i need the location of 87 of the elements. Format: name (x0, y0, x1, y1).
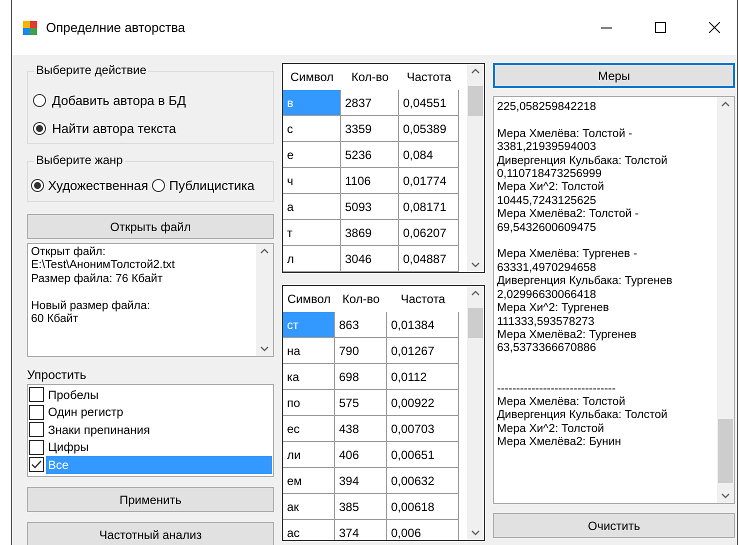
scroll-up-icon[interactable] (721, 101, 730, 107)
checkbox[interactable] (29, 440, 44, 455)
table-cell[interactable]: ка (283, 364, 335, 390)
simplify-label: Упростить (27, 368, 88, 384)
scroll-up-icon[interactable] (260, 248, 269, 254)
table-cell[interactable]: 0,00922 (387, 390, 459, 416)
group-title: Выберите жанр (34, 153, 125, 167)
scroll-up-icon[interactable] (471, 68, 480, 74)
checkbox[interactable] (29, 457, 44, 472)
radio-option[interactable]: Публицистика (152, 174, 254, 196)
table-cell[interactable]: т (283, 220, 341, 246)
scrollbar[interactable] (467, 64, 484, 272)
table-cell[interactable]: 1106 (341, 168, 399, 194)
table-cell[interactable]: на (283, 338, 335, 364)
frequency-analysis-button[interactable]: Частотный анализ (27, 522, 274, 545)
table-cell[interactable]: 0,08171 (399, 194, 459, 220)
table-cell[interactable]: 0,00651 (387, 442, 459, 468)
table-cell[interactable]: 2837 (341, 90, 399, 116)
scroll-thumb[interactable] (718, 419, 733, 483)
table-cell[interactable]: 863 (335, 312, 387, 338)
checkbox[interactable] (29, 422, 44, 438)
maximize-icon (654, 22, 666, 33)
table-cell[interactable]: 698 (335, 364, 387, 390)
minimize-icon (600, 26, 612, 28)
results-box[interactable]: 225,058259842218 Мера Хмелёва: Толстой - 3381,21939594003 Дивергенция Кульбака: Толстой 0,110718473256999 Мера Хи^2: Толстой 10445,7243125625 Мера Хмелёва2: Толстой - 69,5432600609475 Мера Хмелёва: Тургенев - 63331,4970294658 Дивергенция Кульбака: Тургенев 2,02996630066418 Мера Хи^2: Тургенев 111333,593578273 Мера Хмелёва2: Тургенев 63,5373366670886 ------------------------------- Мера Хмелёва: Толстой Дивергенция Кульбака: Толстой Мера Хи^2: Толстой Мера Хмелёва2: Бунин (493, 96, 735, 504)
checkbox[interactable] (29, 404, 44, 420)
table-cell[interactable]: 3359 (341, 116, 399, 142)
scroll-down-icon[interactable] (471, 530, 480, 536)
radio-option[interactable]: Добавить автора в БД (33, 86, 273, 114)
table-cell[interactable]: 0,0112 (387, 364, 459, 390)
table-cell[interactable]: 0,084 (399, 142, 459, 168)
checklist-item[interactable]: Цифры (29, 438, 272, 456)
table-cell[interactable]: 0,04887 (399, 246, 459, 272)
table-cell[interactable]: ем (283, 468, 335, 494)
checklist-item[interactable]: Один регистр (29, 404, 272, 421)
table-cell[interactable]: 5093 (341, 194, 399, 220)
table-cell[interactable]: 406 (335, 442, 387, 468)
scroll-down-icon[interactable] (471, 262, 480, 268)
table-cell[interactable]: 0,06207 (399, 220, 459, 246)
table-cell[interactable]: по (283, 390, 335, 416)
table-cell[interactable]: 438 (335, 416, 387, 442)
scroll-down-icon[interactable] (260, 346, 269, 352)
checkmark-icon (31, 460, 42, 470)
table-cell[interactable]: ли (283, 442, 335, 468)
table-cell[interactable]: 0,04551 (399, 90, 459, 116)
table-cell[interactable]: л (283, 246, 341, 272)
table-cell[interactable]: ак (283, 494, 335, 520)
clear-button[interactable]: Очистить (493, 513, 735, 538)
checkbox[interactable] (29, 387, 44, 402)
scrollbar[interactable] (256, 244, 273, 356)
close-icon (708, 22, 720, 33)
table-cell[interactable]: 385 (335, 494, 387, 520)
table-cell[interactable]: е (283, 142, 341, 168)
table-cell[interactable]: 0,00618 (387, 494, 459, 520)
checklist-item[interactable]: Пробелы (29, 386, 272, 404)
table-cell[interactable]: 0,05389 (399, 116, 459, 142)
checklist-item[interactable]: Знаки препинания (29, 421, 272, 438)
table-cell[interactable]: а (283, 194, 341, 220)
scrollbar[interactable] (717, 97, 734, 503)
group-title: Выберите действие (34, 63, 148, 77)
radio-option[interactable]: Найти автора текста (33, 114, 273, 142)
radio-option[interactable]: Художественная (31, 174, 148, 196)
open-file-button[interactable]: Открыть файл (27, 214, 274, 239)
file-info-box[interactable]: Открыт файл: E:\Test\АнонимТолстой2.txt Размер файла: 76 Кбайт Новый размер файла: 60 Кбайт (27, 243, 274, 357)
measures-button[interactable]: Меры (493, 63, 735, 88)
table-cell[interactable]: с (283, 116, 341, 142)
table-cell[interactable]: 0,00703 (387, 416, 459, 442)
table-cell[interactable]: 0,01384 (387, 312, 459, 338)
scrollbar[interactable] (467, 286, 484, 540)
table-cell[interactable]: 790 (335, 338, 387, 364)
table-cell[interactable]: 394 (335, 468, 387, 494)
app-icon (22, 20, 38, 36)
window-title: Определние авторства (46, 20, 186, 35)
scroll-thumb[interactable] (468, 308, 483, 338)
table-cell[interactable]: 0,01774 (399, 168, 459, 194)
scroll-up-icon[interactable] (471, 290, 480, 296)
table-cell[interactable]: 3046 (341, 246, 399, 272)
table-cell[interactable]: 0,01267 (387, 338, 459, 364)
table-cell[interactable]: 575 (335, 390, 387, 416)
table-cell[interactable]: 3869 (341, 220, 399, 246)
apply-button[interactable]: Применить (27, 487, 274, 512)
table-cell[interactable]: ес (283, 416, 335, 442)
scroll-thumb[interactable] (468, 86, 483, 116)
table-cell[interactable]: 0,00632 (387, 468, 459, 494)
table-cell[interactable]: ч (283, 168, 341, 194)
scroll-down-icon[interactable] (721, 493, 730, 499)
table-cell[interactable]: 5236 (341, 142, 399, 168)
